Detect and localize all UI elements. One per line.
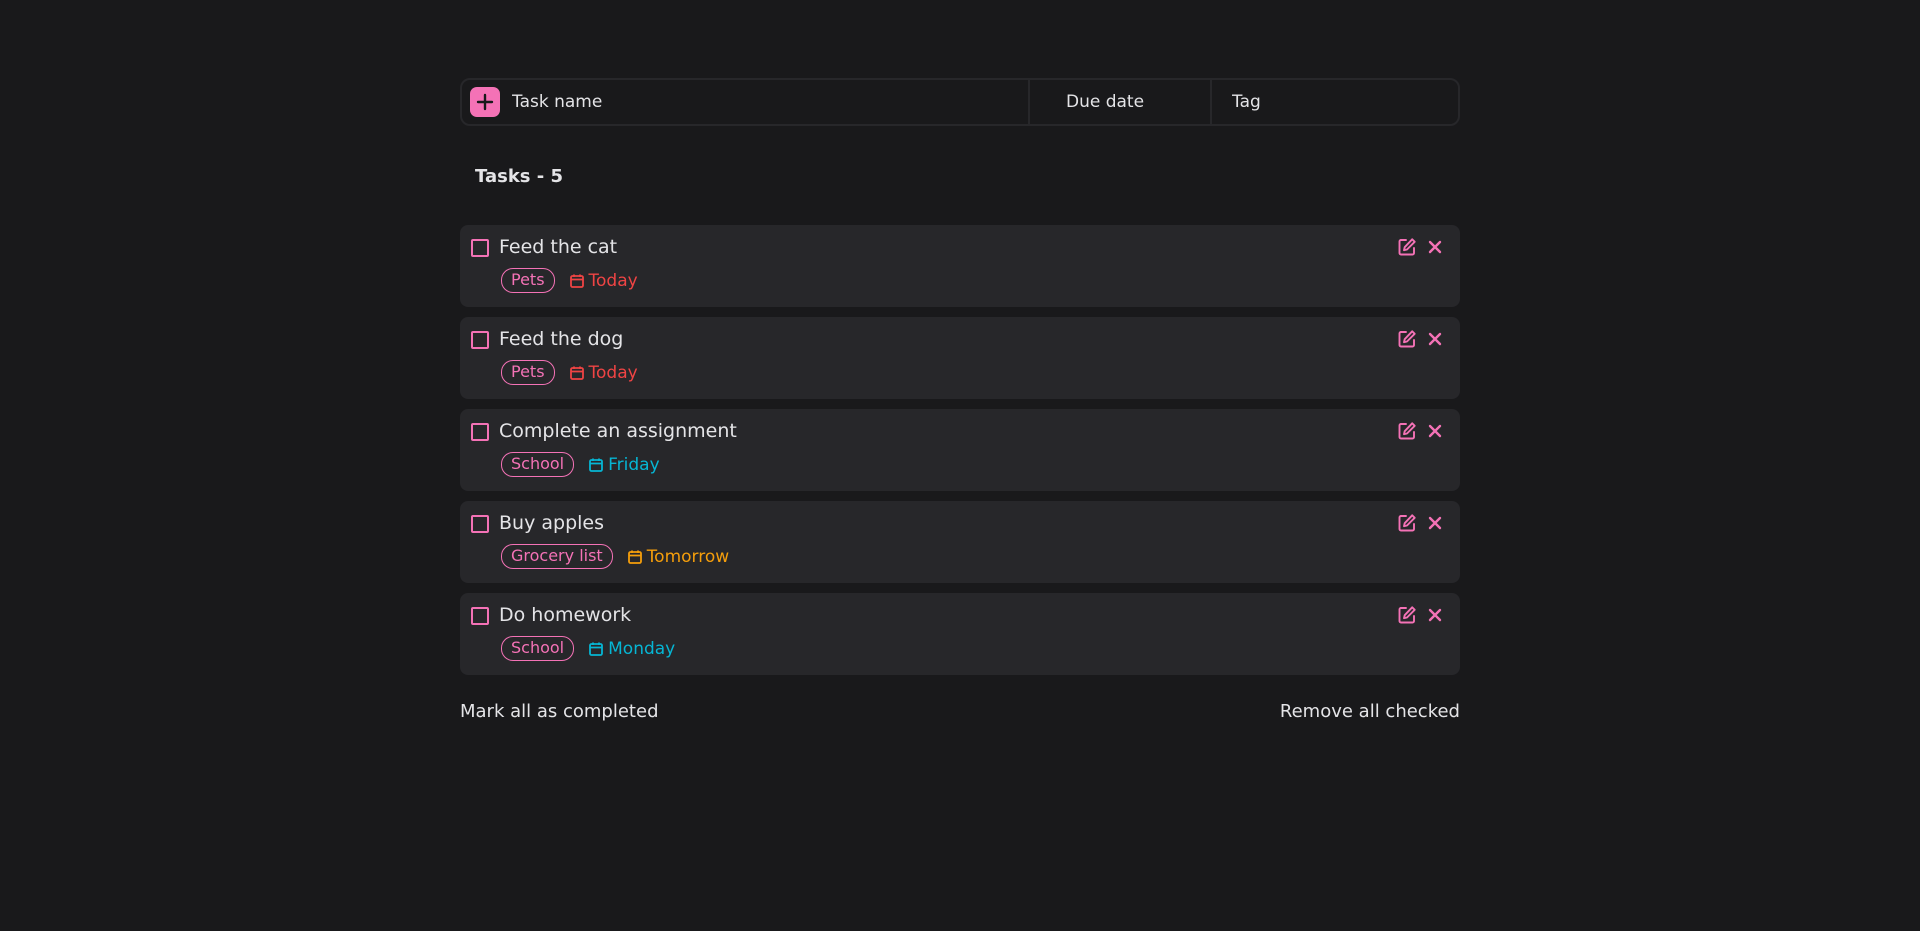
task-checkbox[interactable] bbox=[471, 607, 489, 625]
close-icon bbox=[1428, 424, 1442, 438]
todo-app: Tasks - 5 Feed the cat Pets Today bbox=[460, 78, 1460, 722]
task-due-date: Today bbox=[569, 363, 638, 383]
task-due-date: Monday bbox=[588, 639, 675, 659]
delete-task-button[interactable] bbox=[1424, 420, 1446, 442]
close-icon bbox=[1428, 240, 1442, 254]
task-name-input[interactable] bbox=[512, 80, 1028, 124]
edit-task-button[interactable] bbox=[1396, 328, 1418, 350]
edit-icon bbox=[1398, 422, 1416, 440]
edit-icon bbox=[1398, 606, 1416, 624]
due-date-label: Tomorrow bbox=[646, 546, 730, 567]
task-footer: Mark all as completed Remove all checked bbox=[460, 701, 1460, 722]
task-actions bbox=[1390, 604, 1446, 626]
task-actions bbox=[1390, 512, 1446, 534]
add-task-bar bbox=[460, 78, 1460, 126]
edit-task-button[interactable] bbox=[1396, 512, 1418, 534]
task-due-date: Tomorrow bbox=[627, 547, 729, 567]
due-date-label: Today bbox=[588, 362, 638, 383]
task-actions bbox=[1390, 236, 1446, 258]
remove-all-checked-button[interactable]: Remove all checked bbox=[1280, 701, 1460, 722]
delete-task-button[interactable] bbox=[1424, 328, 1446, 350]
calendar-icon bbox=[589, 642, 604, 656]
due-date-label: Today bbox=[588, 270, 638, 291]
task-item: Complete an assignment School Friday bbox=[460, 409, 1460, 491]
task-item: Do homework School Monday bbox=[460, 593, 1460, 675]
add-task-button[interactable] bbox=[470, 87, 500, 117]
tasks-count-heading: Tasks - 5 bbox=[475, 166, 564, 187]
close-icon bbox=[1428, 332, 1442, 346]
task-item: Feed the cat Pets Today bbox=[460, 225, 1460, 307]
due-date-input[interactable] bbox=[1044, 80, 1210, 124]
edit-icon bbox=[1398, 514, 1416, 532]
calendar-icon bbox=[627, 550, 642, 564]
task-actions bbox=[1390, 420, 1446, 442]
edit-task-button[interactable] bbox=[1396, 420, 1418, 442]
calendar-icon bbox=[569, 366, 584, 380]
mark-all-completed-button[interactable]: Mark all as completed bbox=[460, 701, 659, 722]
delete-task-button[interactable] bbox=[1424, 604, 1446, 626]
delete-task-button[interactable] bbox=[1424, 512, 1446, 534]
task-title: Feed the dog bbox=[499, 328, 624, 350]
task-list: Feed the cat Pets Today Feed the dog Pet… bbox=[460, 225, 1460, 675]
task-checkbox[interactable] bbox=[471, 239, 489, 257]
task-meta: Pets Today bbox=[501, 268, 638, 293]
divider bbox=[1028, 80, 1030, 124]
task-title: Complete an assignment bbox=[499, 420, 737, 442]
task-tag[interactable]: Pets bbox=[501, 268, 555, 293]
task-checkbox[interactable] bbox=[471, 423, 489, 441]
task-due-date: Today bbox=[569, 271, 638, 291]
task-tag[interactable]: School bbox=[501, 452, 575, 477]
task-tag[interactable]: School bbox=[501, 636, 575, 661]
task-meta: School Friday bbox=[501, 452, 660, 477]
task-tag[interactable]: Grocery list bbox=[501, 544, 613, 569]
task-item: Buy apples Grocery list Tomorrow bbox=[460, 501, 1460, 583]
calendar-icon bbox=[589, 458, 604, 472]
close-icon bbox=[1428, 516, 1442, 530]
task-tag[interactable]: Pets bbox=[501, 360, 555, 385]
task-due-date: Friday bbox=[588, 455, 660, 475]
task-meta: Pets Today bbox=[501, 360, 638, 385]
task-title: Buy apples bbox=[499, 512, 604, 534]
task-meta: Grocery list Tomorrow bbox=[501, 544, 729, 569]
edit-task-button[interactable] bbox=[1396, 236, 1418, 258]
task-item: Feed the dog Pets Today bbox=[460, 317, 1460, 399]
edit-task-button[interactable] bbox=[1396, 604, 1418, 626]
plus-icon bbox=[476, 93, 494, 111]
task-meta: School Monday bbox=[501, 636, 675, 661]
delete-task-button[interactable] bbox=[1424, 236, 1446, 258]
task-checkbox[interactable] bbox=[471, 331, 489, 349]
task-title: Do homework bbox=[499, 604, 632, 626]
due-date-label: Friday bbox=[608, 454, 660, 475]
edit-icon bbox=[1398, 238, 1416, 256]
task-checkbox[interactable] bbox=[471, 515, 489, 533]
edit-icon bbox=[1398, 330, 1416, 348]
tag-input[interactable] bbox=[1212, 80, 1458, 124]
close-icon bbox=[1428, 608, 1442, 622]
due-date-label: Monday bbox=[608, 638, 676, 659]
task-title: Feed the cat bbox=[499, 236, 618, 258]
task-actions bbox=[1390, 328, 1446, 350]
calendar-icon bbox=[569, 274, 584, 288]
